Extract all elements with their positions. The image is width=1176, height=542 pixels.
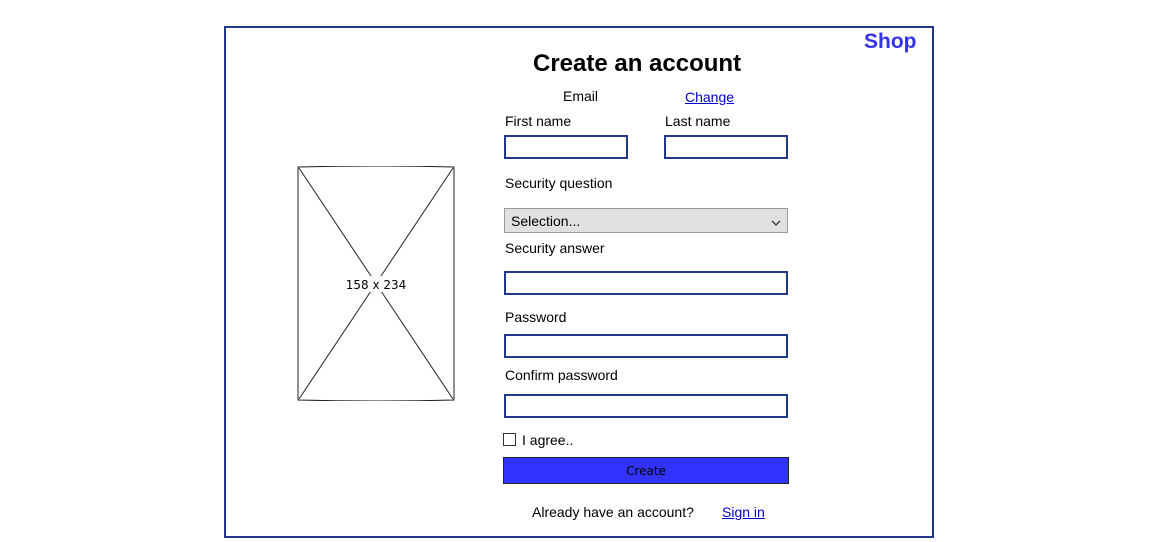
first-name-label: First name [505, 113, 572, 129]
security-question-select[interactable]: Selection... [504, 208, 788, 233]
confirm-password-field[interactable] [504, 394, 788, 418]
change-email-link[interactable]: Change [685, 89, 734, 105]
email-label: Email [563, 88, 599, 104]
security-answer-field[interactable] [504, 271, 788, 295]
agree-label: I agree.. [522, 432, 574, 448]
shop-logo[interactable]: Shop [864, 30, 917, 54]
security-question-value: Selection... [511, 212, 581, 229]
image-placeholder-label: 158 x 234 [346, 278, 407, 292]
agree-checkbox[interactable] [503, 433, 516, 446]
security-answer-label: Security answer [505, 240, 605, 256]
security-question-label: Security question [505, 175, 613, 191]
confirm-password-label: Confirm password [505, 367, 618, 383]
last-name-label: Last name [665, 113, 731, 129]
chevron-down-icon [771, 213, 781, 229]
page-title: Create an account [533, 50, 742, 77]
first-name-field[interactable] [504, 135, 628, 159]
password-field[interactable] [504, 334, 788, 358]
image-placeholder: 158 x 234 [297, 166, 455, 401]
create-button[interactable]: Create [503, 457, 789, 484]
existing-account-prompt: Already have an account? [532, 504, 694, 520]
last-name-field[interactable] [664, 135, 788, 159]
password-label: Password [505, 309, 567, 325]
sign-in-link[interactable]: Sign in [722, 504, 765, 520]
